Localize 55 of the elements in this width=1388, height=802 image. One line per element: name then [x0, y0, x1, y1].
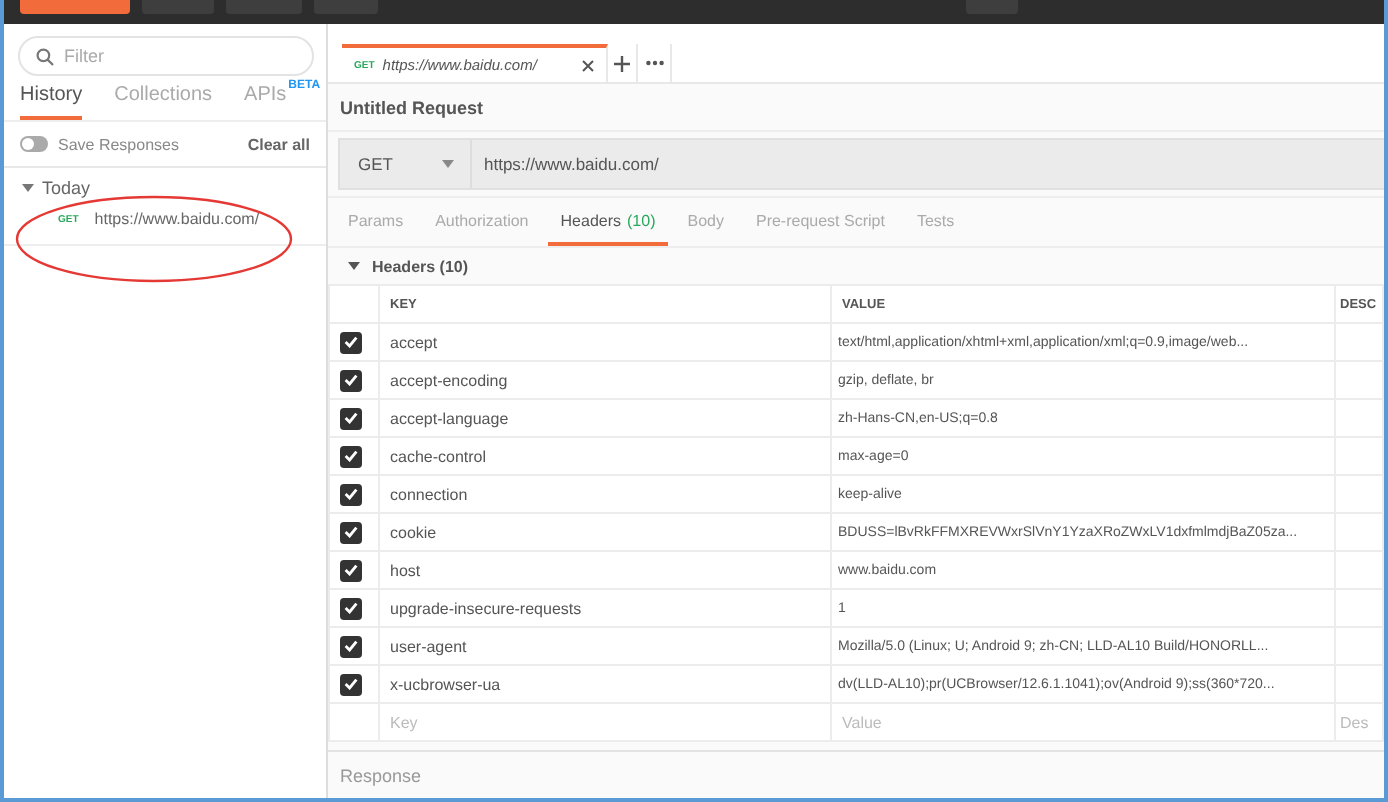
key-input[interactable]: Key: [379, 703, 831, 742]
plus-icon: [614, 55, 630, 72]
table-cell: upgrade-insecure-requests: [379, 589, 831, 628]
filter-field[interactable]: Filter: [18, 36, 314, 76]
check-icon: [344, 374, 358, 387]
history-group[interactable]: Today: [4, 168, 326, 198]
value-input[interactable]: Value: [831, 703, 1335, 742]
sidebar-tab[interactable]: Collections: [114, 84, 213, 120]
checkbox[interactable]: [340, 673, 362, 696]
sidebar-tab[interactable]: History: [20, 84, 83, 120]
toggle-switch[interactable]: [20, 136, 48, 152]
check-icon: [344, 640, 358, 653]
table-cell: accept-language: [379, 399, 831, 438]
table-cell: host: [379, 551, 831, 590]
search-icon: [36, 47, 54, 65]
table-cell: user-agent: [379, 627, 831, 666]
check-icon: [344, 412, 358, 425]
check-icon: [344, 678, 358, 691]
new-tab-button[interactable]: [608, 44, 638, 83]
request-subtab[interactable]: Authorization: [423, 198, 541, 247]
check-icon: [344, 602, 358, 615]
request-title: Untitled Request: [328, 84, 1384, 133]
request-subtab[interactable]: Params: [336, 198, 416, 247]
headers-section-toggle[interactable]: Headers (10): [328, 248, 1384, 285]
check-icon: [344, 336, 358, 349]
check-icon: [344, 450, 358, 463]
table-cell: cookie: [379, 513, 831, 552]
table-cell: cache-control: [379, 437, 831, 476]
table-cell: accept-encoding: [379, 361, 831, 400]
check-icon: [344, 526, 358, 539]
check-icon: [344, 564, 358, 577]
toggle-label: Save Responses: [58, 135, 181, 153]
checkbox[interactable]: [340, 559, 362, 582]
checkbox[interactable]: [340, 521, 362, 544]
clear-all-link[interactable]: Clear all: [247, 135, 310, 153]
table-cell: x-ucbrowser-ua: [379, 665, 831, 704]
request-subtab[interactable]: Tests: [904, 198, 967, 247]
url-text: https://www.baidu.com/: [94, 210, 260, 228]
more-icon: [645, 60, 663, 67]
checkbox[interactable]: [340, 369, 362, 392]
checkbox[interactable]: [340, 597, 362, 620]
request-subtab[interactable]: Body: [675, 198, 736, 247]
request-subtab[interactable]: Headers (10): [548, 198, 668, 247]
checkbox[interactable]: [340, 331, 362, 354]
checkbox[interactable]: [340, 483, 362, 506]
checkbox[interactable]: [340, 635, 362, 658]
check-icon: [344, 488, 358, 501]
description-input[interactable]: Des: [1335, 703, 1383, 742]
checkbox[interactable]: [340, 445, 362, 468]
table-cell: accept: [379, 323, 831, 362]
response-label: Response: [328, 750, 1384, 798]
request-subtab[interactable]: Pre-request Script: [743, 198, 897, 247]
checkbox[interactable]: [340, 407, 362, 430]
table-cell: connection: [379, 475, 831, 514]
close-icon: [582, 59, 594, 72]
